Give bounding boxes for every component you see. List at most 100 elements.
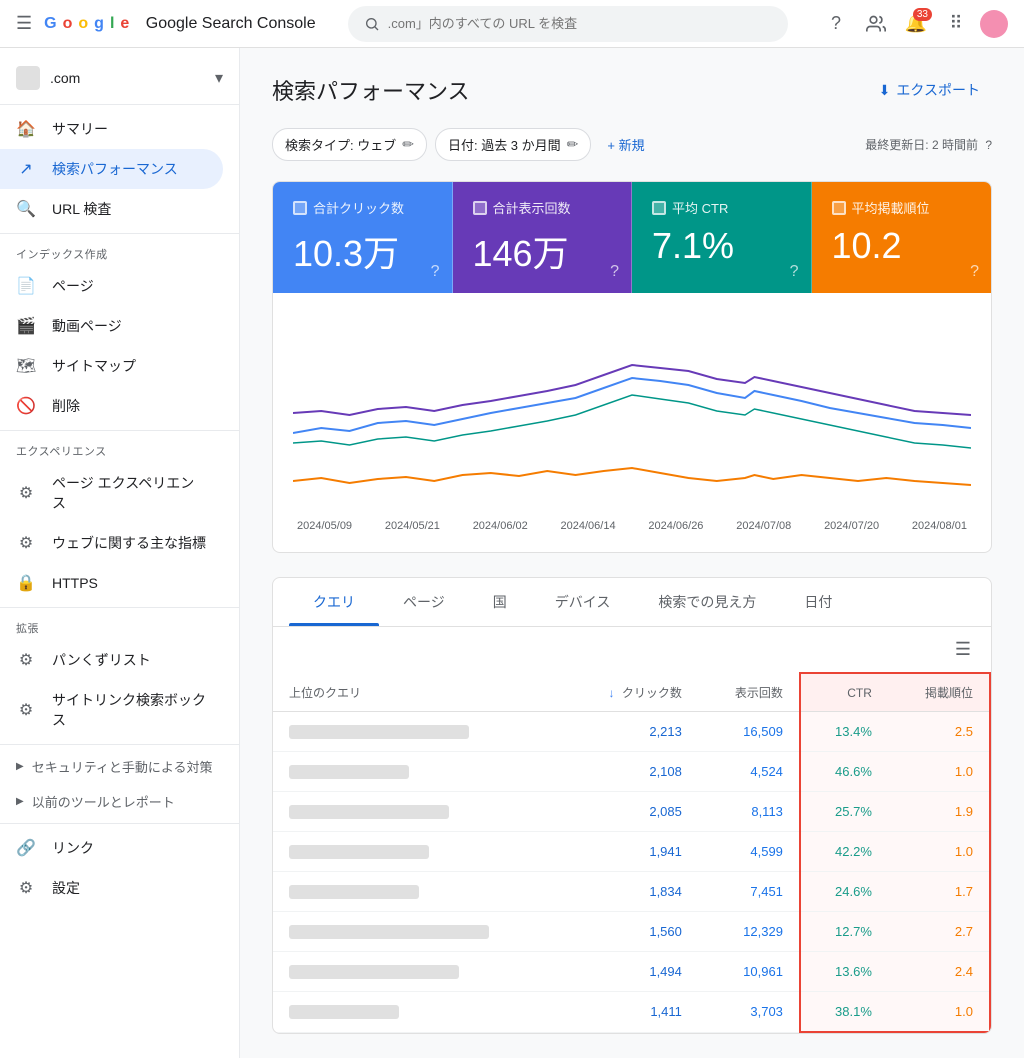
site-selector[interactable]: .com ▾	[0, 56, 239, 100]
metric-impressions[interactable]: 合計表示回数 146万 ?	[453, 182, 633, 293]
links-icon: 🔗	[16, 838, 36, 858]
col-clicks[interactable]: ↓ クリック数	[565, 673, 698, 712]
clicks-cell: 1,411	[565, 992, 698, 1033]
col-impressions[interactable]: 表示回数	[698, 673, 800, 712]
position-cell: 1.7	[888, 872, 990, 912]
impressions-cell: 4,524	[698, 752, 800, 792]
clicks-cell: 2,213	[565, 712, 698, 752]
sidebar-item-page-experience[interactable]: ⚙ ページ エクスペリエンス	[0, 463, 223, 523]
ctr-cell: 12.7%	[800, 912, 888, 952]
search-input[interactable]	[388, 16, 772, 31]
metrics-row: 合計クリック数 10.3万 ? 合計表示回数 146万 ? 平均 CTR 7.1…	[272, 181, 992, 293]
tab-dates-label: 日付	[804, 594, 832, 610]
tab-search-appearance-label: 検索での見え方	[658, 594, 756, 610]
position-cell: 1.0	[888, 992, 990, 1033]
position-cell: 1.0	[888, 832, 990, 872]
table-filter-button[interactable]: ☰	[951, 635, 975, 664]
ctr-checkbox	[652, 201, 666, 215]
data-table: 上位のクエリ ↓ クリック数 表示回数 CTR 掲載	[273, 672, 991, 1033]
manage-users-icon[interactable]	[860, 8, 892, 40]
clicks-help-icon[interactable]: ?	[431, 263, 440, 281]
global-search[interactable]	[348, 6, 788, 42]
sidebar-item-page-experience-label: ページ エクスペリエンス	[52, 473, 207, 513]
query-cell	[273, 752, 565, 792]
web-vitals-icon: ⚙	[16, 533, 36, 553]
tab-countries[interactable]: 国	[469, 578, 531, 626]
table-row[interactable]: 2,21316,50913.4%2.5	[273, 712, 990, 752]
sidebar-item-settings[interactable]: ⚙ 設定	[0, 868, 223, 908]
sidebar-item-search-performance[interactable]: ↗ 検索パフォーマンス	[0, 149, 223, 189]
export-button[interactable]: ⬇ エクスポート	[867, 72, 992, 108]
add-filter-button[interactable]: + 新規	[599, 129, 652, 160]
sitelinks-icon: ⚙	[16, 700, 36, 720]
x-label-4: 2024/06/26	[648, 520, 703, 532]
ctr-help-icon[interactable]: ?	[790, 263, 799, 281]
date-range-filter[interactable]: 日付: 過去 3 か月間 ✏	[435, 128, 591, 161]
sidebar-item-breadcrumbs[interactable]: ⚙ パンくずリスト	[0, 640, 223, 680]
notifications-icon[interactable]: 🔔 33	[900, 8, 932, 40]
last-updated-help-icon[interactable]: ?	[985, 138, 992, 152]
sidebar-item-sitelinks[interactable]: ⚙ サイトリンク検索ボックス	[0, 680, 223, 740]
topbar: ☰ Google Google Search Console ? 🔔 33 ⠿	[0, 0, 1024, 48]
sidebar-item-https-label: HTTPS	[52, 575, 98, 591]
tab-search-appearance[interactable]: 検索での見え方	[634, 578, 780, 626]
avatar[interactable]	[980, 10, 1008, 38]
x-label-2: 2024/06/02	[473, 520, 528, 532]
table-row[interactable]: 1,4113,70338.1%1.0	[273, 992, 990, 1033]
tab-devices[interactable]: デバイス	[531, 578, 635, 626]
table-row[interactable]: 2,0858,11325.7%1.9	[273, 792, 990, 832]
query-cell	[273, 952, 565, 992]
last-updated-text: 最終更新日: 2 時間前	[865, 138, 978, 152]
clicks-cell: 1,560	[565, 912, 698, 952]
table-row[interactable]: 1,56012,32912.7%2.7	[273, 912, 990, 952]
metric-clicks[interactable]: 合計クリック数 10.3万 ?	[273, 182, 453, 293]
tab-queries[interactable]: クエリ	[289, 578, 379, 626]
impressions-cell: 7,451	[698, 872, 800, 912]
impressions-help-icon[interactable]: ?	[610, 263, 619, 281]
col-position[interactable]: 掲載順位	[888, 673, 990, 712]
table-row[interactable]: 1,9414,59942.2%1.0	[273, 832, 990, 872]
page-title: 検索パフォーマンス	[272, 74, 470, 106]
menu-icon[interactable]: ☰	[16, 13, 32, 34]
sidebar-item-web-vitals[interactable]: ⚙ ウェブに関する主な指標	[0, 523, 223, 563]
sidebar-item-links[interactable]: 🔗 リンク	[0, 828, 223, 868]
sidebar-item-video-pages[interactable]: 🎬 動画ページ	[0, 306, 223, 346]
apps-grid-icon[interactable]: ⠿	[940, 8, 972, 40]
sidebar-item-search-performance-label: 検索パフォーマンス	[52, 159, 178, 179]
position-help-icon[interactable]: ?	[970, 263, 979, 281]
sidebar-item-pages[interactable]: 📄 ページ	[0, 266, 223, 306]
divider-4	[0, 607, 239, 608]
legacy-tools-expand[interactable]: ▶ 以前のツールとレポート	[0, 784, 239, 819]
layout: .com ▾ 🏠 サマリー ↗ 検索パフォーマンス 🔍 URL 検査 インデック…	[0, 48, 1024, 1058]
sidebar-item-sitemap[interactable]: 🗺 サイトマップ	[0, 346, 223, 386]
sidebar-item-summary[interactable]: 🏠 サマリー	[0, 109, 223, 149]
metric-ctr[interactable]: 平均 CTR 7.1% ?	[632, 182, 812, 293]
divider	[0, 104, 239, 105]
clicks-value: 10.3万	[293, 225, 432, 277]
table-row[interactable]: 1,49410,96113.6%2.4	[273, 952, 990, 992]
sidebar-item-url-inspection[interactable]: 🔍 URL 検査	[0, 189, 223, 229]
col-query[interactable]: 上位のクエリ	[273, 673, 565, 712]
x-label-5: 2024/07/08	[736, 520, 791, 532]
search-type-filter[interactable]: 検索タイプ: ウェブ ✏	[272, 128, 427, 161]
metric-position[interactable]: 平均掲載順位 10.2 ?	[812, 182, 992, 293]
sidebar-item-sitemap-label: サイトマップ	[52, 356, 136, 376]
date-range-label: 日付: 過去 3 か月間	[448, 135, 561, 154]
table-row[interactable]: 2,1084,52446.6%1.0	[273, 752, 990, 792]
table-row[interactable]: 1,8347,45124.6%1.7	[273, 872, 990, 912]
section-title-experience: エクスペリエンス	[0, 435, 239, 463]
sidebar-item-https[interactable]: 🔒 HTTPS	[0, 563, 223, 603]
table-toolbar: ☰	[273, 627, 991, 672]
impressions-checkbox	[473, 201, 487, 215]
position-cell: 2.4	[888, 952, 990, 992]
help-icon[interactable]: ?	[820, 8, 852, 40]
app-logo: Google Google Search Console	[44, 15, 316, 33]
security-section-expand[interactable]: ▶ セキュリティと手動による対策	[0, 749, 239, 784]
settings-icon: ⚙	[16, 878, 36, 898]
tab-dates[interactable]: 日付	[780, 578, 856, 626]
tab-pages[interactable]: ページ	[379, 578, 469, 626]
sidebar-item-summary-label: サマリー	[52, 119, 108, 139]
impressions-label: 合計表示回数	[473, 198, 612, 217]
sidebar-item-remove[interactable]: 🚫 削除	[0, 386, 223, 426]
col-ctr[interactable]: CTR	[800, 673, 888, 712]
